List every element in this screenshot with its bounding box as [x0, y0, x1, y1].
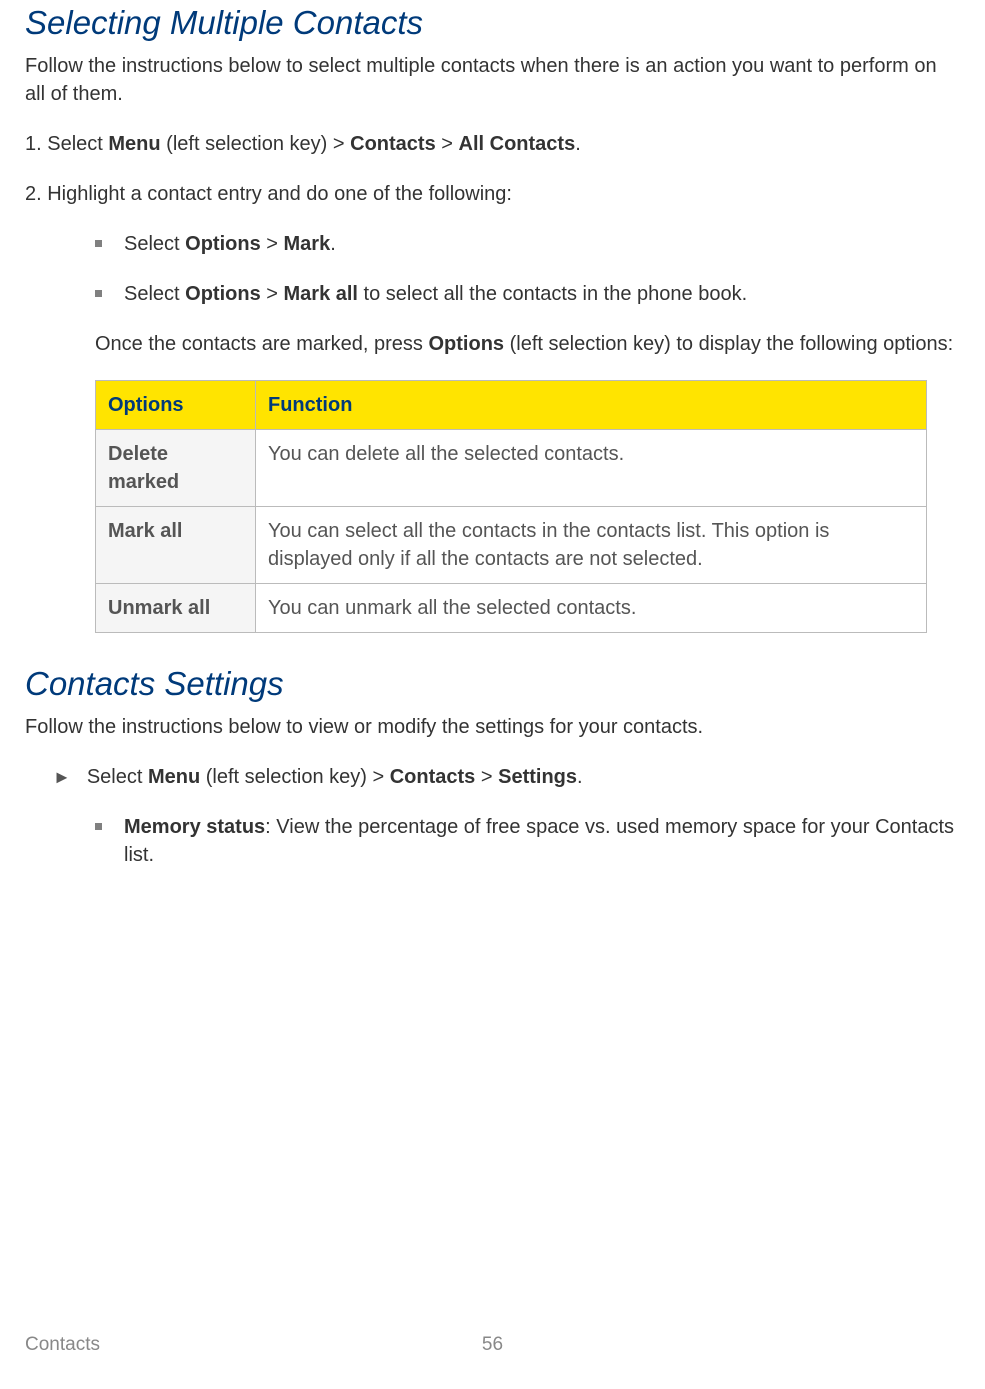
arrow-contacts: Contacts [390, 766, 476, 788]
arrow-gt2: > [475, 766, 498, 788]
footer-section-name: Contacts [25, 1332, 100, 1359]
bullet2-markall: Mark all [284, 283, 358, 305]
bullet1-pre: Select [124, 233, 185, 255]
sub-bullet-list: Select Options > Mark. Select Options > … [95, 230, 960, 308]
table-row: Unmark all You can unmark all the select… [96, 584, 927, 633]
bullet1-mark: Mark [284, 233, 331, 255]
cell-option-unmark-all: Unmark all [96, 584, 256, 633]
once-options: Options [429, 333, 505, 355]
arrow-menu: Menu [148, 766, 200, 788]
page-footer: Contacts 56 [25, 1332, 960, 1359]
th-function: Function [256, 381, 927, 430]
list-item: Select Options > Mark all to select all … [95, 280, 960, 308]
table-row: Delete marked You can delete all the sel… [96, 430, 927, 507]
section-heading-selecting: Selecting Multiple Contacts [25, 0, 960, 46]
bullet2-pre: Select [124, 283, 185, 305]
step1-period: . [575, 133, 581, 155]
step1-prefix: 1. Select [25, 133, 108, 155]
bullet-2-text: Select Options > Mark all to select all … [124, 280, 747, 308]
memory-status-label: Memory status [124, 816, 265, 838]
square-bullet-icon [95, 240, 102, 247]
once-marked-text: Once the contacts are marked, press Opti… [95, 330, 960, 358]
once-rest: (left selection key) to display the foll… [504, 333, 953, 355]
list-item: Select Options > Mark. [95, 230, 960, 258]
arrow-settings: Settings [498, 766, 577, 788]
arrow-pre: Select [87, 766, 148, 788]
bullet1-gt: > [261, 233, 284, 255]
cell-option-mark-all: Mark all [96, 507, 256, 584]
bullet2-rest: to select all the contacts in the phone … [358, 283, 747, 305]
step1-gt2: > [436, 133, 459, 155]
table-header-row: Options Function [96, 381, 927, 430]
square-bullet-icon [95, 290, 102, 297]
list-item: Memory status: View the percentage of fr… [95, 813, 960, 869]
bullet2-gt: > [261, 283, 284, 305]
bullet-1-text: Select Options > Mark. [124, 230, 336, 258]
arrow-period: . [577, 766, 583, 788]
step1-after-menu: (left selection key) > [161, 133, 351, 155]
step1-all-contacts: All Contacts [459, 133, 576, 155]
once-pre: Once the contacts are marked, press [95, 333, 429, 355]
bullet1-options: Options [185, 233, 261, 255]
cell-function-mark-all: You can select all the contacts in the c… [256, 507, 927, 584]
arrow-step-text: Select Menu (left selection key) > Conta… [87, 763, 583, 791]
options-table: Options Function Delete marked You can d… [95, 380, 927, 633]
step1-contacts: Contacts [350, 133, 436, 155]
bullet1-period: . [330, 233, 336, 255]
cell-function-delete-marked: You can delete all the selected contacts… [256, 430, 927, 507]
intro-paragraph-2: Follow the instructions below to view or… [25, 713, 960, 741]
step-2: 2. Highlight a contact entry and do one … [25, 180, 960, 208]
memory-status-list: Memory status: View the percentage of fr… [95, 813, 960, 869]
arrow-step: ► Select Menu (left selection key) > Con… [53, 763, 960, 791]
arrow-after-menu: (left selection key) > [200, 766, 390, 788]
bullet2-options: Options [185, 283, 261, 305]
footer-page-number: 56 [482, 1332, 503, 1359]
table-row: Mark all You can select all the contacts… [96, 507, 927, 584]
arrow-right-icon: ► [53, 765, 71, 790]
step1-menu: Menu [108, 133, 160, 155]
memory-status-text: Memory status: View the percentage of fr… [124, 813, 960, 869]
section-heading-settings: Contacts Settings [25, 661, 960, 707]
square-bullet-icon [95, 823, 102, 830]
cell-function-unmark-all: You can unmark all the selected contacts… [256, 584, 927, 633]
intro-paragraph-1: Follow the instructions below to select … [25, 52, 960, 108]
th-options: Options [96, 381, 256, 430]
step-1: 1. Select Menu (left selection key) > Co… [25, 130, 960, 158]
cell-option-delete-marked: Delete marked [96, 430, 256, 507]
